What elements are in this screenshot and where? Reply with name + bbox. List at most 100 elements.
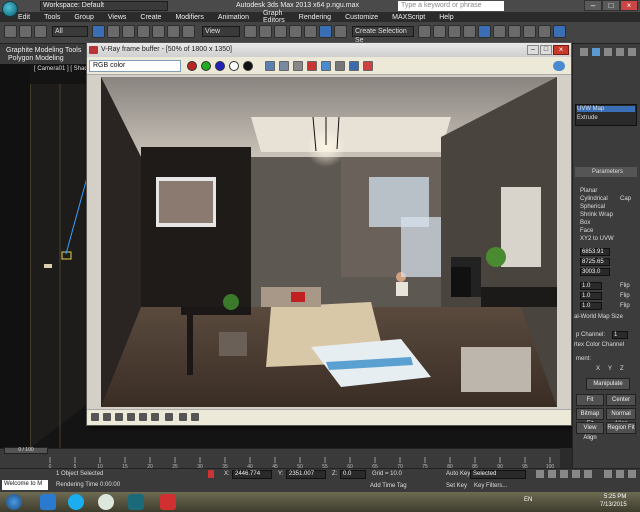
mapping-xyz-to-uvw[interactable]: XY2 to UVW [580,236,614,242]
vfb-icon-6[interactable] [151,413,159,421]
acrobat-icon[interactable] [160,494,176,510]
start-button-icon[interactable] [6,494,22,510]
vfb-icon-7[interactable] [165,413,173,421]
clock-date[interactable]: 7/13/2015 [600,502,627,508]
goto-end-icon[interactable] [584,470,592,478]
select-object-icon[interactable] [92,25,105,38]
x-coordinate-field[interactable]: 2446.774 [232,470,272,479]
mirror-icon[interactable] [418,25,431,38]
track-mouse-icon[interactable] [321,61,331,71]
pivot-icon[interactable] [244,25,257,38]
scale-icon[interactable] [182,25,195,38]
graphite-toggle-icon[interactable] [463,25,476,38]
layer-manager-icon[interactable] [448,25,461,38]
play-icon[interactable] [560,470,568,478]
mapping-face[interactable]: Face [580,228,593,234]
blue-channel-icon[interactable] [215,61,225,71]
menu-tools[interactable]: Tools [44,14,60,21]
length-field[interactable]: 6853.91 [580,248,610,256]
v-tile-field[interactable]: 1.0 [580,292,602,300]
bitmap-fit-button[interactable]: Bitmap Fit [576,408,604,427]
edit-named-selection-icon[interactable] [334,25,347,38]
create-tab-icon[interactable] [580,48,588,56]
vfb-icon-3[interactable] [115,413,123,421]
close-icon[interactable]: × [620,0,638,11]
key-set-dropdown[interactable]: Selected [470,470,526,479]
viewport-label[interactable]: [ Camera01 ] [ Shade [34,66,91,72]
key-filters-button[interactable]: Key Filters... [474,483,507,489]
material-editor-icon[interactable] [508,25,521,38]
undo-icon[interactable] [4,25,17,38]
app-logo-icon[interactable] [2,1,18,17]
add-time-tag[interactable]: Add Time Tag [370,483,407,489]
region-fit-button[interactable]: Region Fit [606,422,636,434]
select-by-name-icon[interactable] [107,25,120,38]
manipulate-button[interactable]: Manipulate [586,378,630,390]
next-frame-icon[interactable] [572,470,580,478]
display-tab-icon[interactable] [628,48,636,56]
link-icon[interactable] [34,25,47,38]
pan-icon[interactable] [616,470,624,478]
width-field[interactable]: 8725.65 [580,258,610,266]
maximize-icon[interactable]: □ [602,0,620,11]
workspace-dropdown[interactable]: Workspace: Default [40,1,168,11]
v-flip-checkbox[interactable]: Flip [620,293,630,299]
reference-coordinate-dropdown[interactable]: View [202,26,240,37]
menu-views[interactable]: Views [108,14,127,21]
vfb-channel-dropdown[interactable]: RGB color [89,60,181,72]
render-production-icon[interactable] [553,25,566,38]
auto-key-button[interactable]: Auto Key [446,471,470,477]
selection-filter-dropdown[interactable]: All [52,26,88,37]
center-button[interactable]: Center [606,394,636,406]
named-selection-dropdown[interactable]: Create Selection Se [352,26,414,44]
alpha-channel-icon[interactable] [229,61,239,71]
prev-frame-icon[interactable] [548,470,556,478]
goto-start-icon[interactable] [536,470,544,478]
rendered-frame-window-icon[interactable] [538,25,551,38]
vfb-icon-9[interactable] [191,413,199,421]
align-icon[interactable] [433,25,446,38]
u-flip-checkbox[interactable]: Flip [620,283,630,289]
menu-create[interactable]: Create [140,14,161,21]
mapping-cap[interactable]: Cap [620,196,631,202]
time-slider[interactable]: 0 / 100 [4,447,48,454]
orbit-icon[interactable] [628,470,636,478]
vfb-icon-2[interactable] [103,413,111,421]
vfb-icon-1[interactable] [91,413,99,421]
3ds-max-taskbar-icon[interactable] [128,494,144,510]
polygon-modeling-panel[interactable]: Polygon Modeling [8,55,64,62]
mapping-spherical[interactable]: Spherical [580,204,605,210]
vfb-icon-8[interactable] [179,413,187,421]
view-align-button[interactable]: View Align [576,422,604,441]
menu-customize[interactable]: Customize [345,14,378,21]
color-corrections-icon[interactable] [349,61,359,71]
w-tile-field[interactable]: 1.0 [580,302,602,310]
fit-button[interactable]: Fit [576,394,604,406]
timeline[interactable]: 0 5 10 15 20 25 30 35 40 45 50 55 60 65 70 75 80 85 90 95 10… [0,448,560,470]
modifier-uvw-map[interactable]: UVW Map [577,106,635,112]
render-last-icon[interactable] [363,61,373,71]
spinner-snap-icon[interactable] [319,25,332,38]
menu-edit[interactable]: Edit [18,14,30,21]
vertex-color-channel-radio[interactable]: rtex Color Channel [574,342,624,348]
teapot-icon[interactable] [553,61,565,71]
angle-snap-icon[interactable] [289,25,302,38]
menu-animation[interactable]: Animation [218,14,249,21]
chrome-icon[interactable] [98,494,114,510]
mapping-box[interactable]: Box [580,220,590,226]
modifier-extrude[interactable]: Extrude [577,115,598,121]
redo-icon[interactable] [19,25,32,38]
minimize-icon[interactable]: – [584,0,602,11]
explorer-icon[interactable] [40,494,56,510]
green-channel-icon[interactable] [201,61,211,71]
duplicate-to-max-icon[interactable] [293,61,303,71]
real-world-map-size-checkbox[interactable]: al-World Map Size [574,314,623,320]
load-image-icon[interactable] [279,61,289,71]
mapping-cylindrical[interactable]: Cylindrical [580,196,608,202]
render-region-icon[interactable] [335,61,345,71]
snap-toggle-icon[interactable] [274,25,287,38]
height-field[interactable]: 3003.0 [580,268,610,276]
graphite-tab[interactable]: Graphite Modeling Tools [6,47,81,54]
vray-frame-buffer-window[interactable]: V-Ray frame buffer - [50% of 1800 x 1350… [86,42,572,426]
modify-tab-icon[interactable] [592,48,600,56]
